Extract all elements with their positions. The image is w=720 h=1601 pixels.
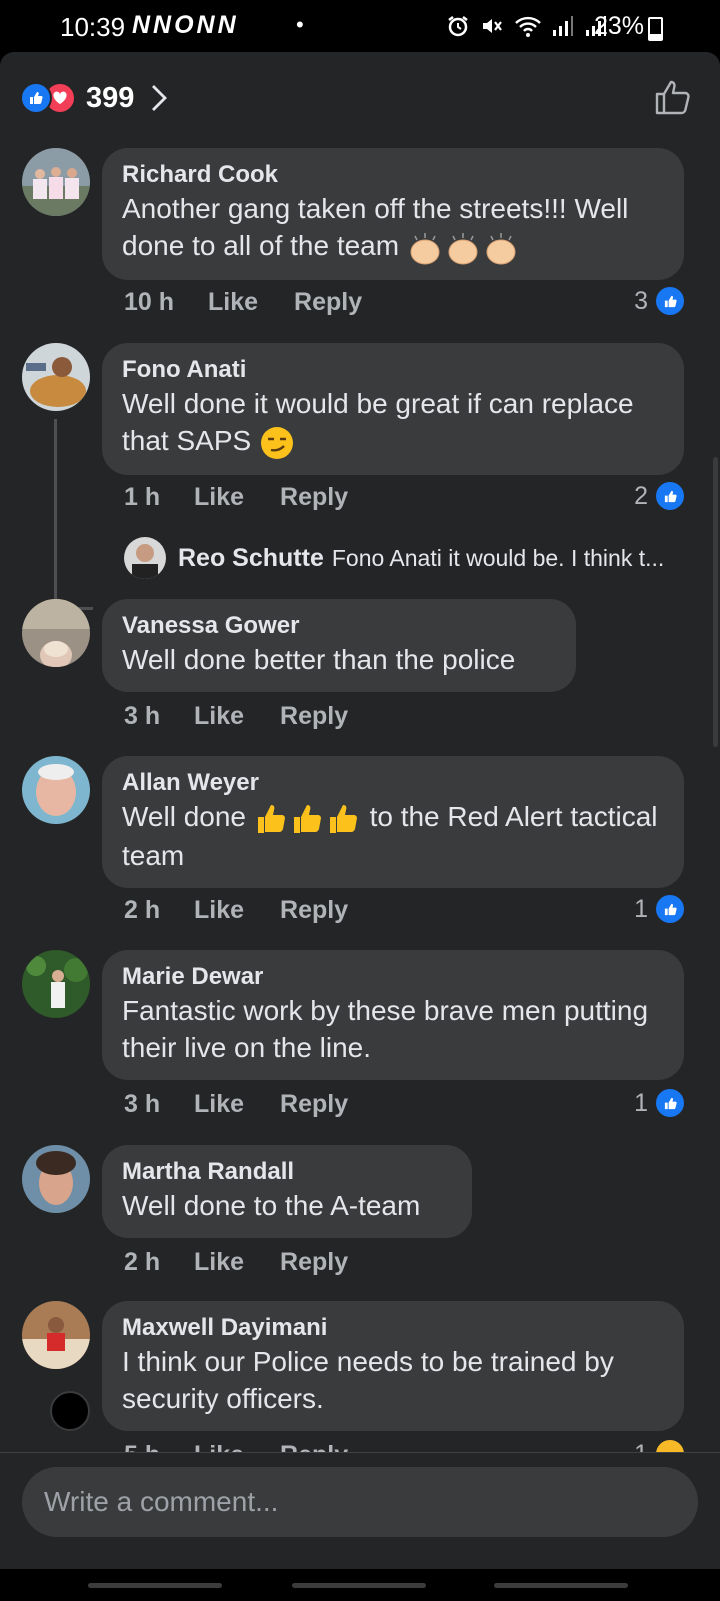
comment-bubble[interactable]: Allan Weyer Well done to the Red Alert t… — [102, 756, 684, 888]
comment-time: 2 h — [124, 1247, 161, 1276]
avatar[interactable] — [22, 148, 90, 216]
comment-time: 3 h — [124, 701, 161, 730]
avatar[interactable] — [22, 599, 90, 667]
like-badge-icon — [654, 893, 686, 925]
back-nav-button[interactable] — [494, 1583, 628, 1588]
like-badge-icon — [654, 480, 686, 512]
smirking-face-emoji — [259, 425, 295, 459]
like-button[interactable]: Like — [194, 1090, 244, 1119]
scrollbar[interactable] — [713, 457, 718, 747]
reply-thread-line — [54, 419, 93, 610]
like-button[interactable]: Like — [194, 1248, 244, 1277]
reaction-count: 399 — [86, 81, 135, 114]
notification-dot: • — [296, 12, 304, 37]
like-post-button[interactable] — [654, 78, 692, 121]
mute-icon — [483, 19, 503, 34]
comment-actions: 1 h Like Reply — [124, 480, 384, 514]
wifi-icon — [515, 17, 542, 38]
comment-composer — [0, 1452, 720, 1601]
comment-text: Fantastic work by these brave men puttin… — [122, 995, 649, 1063]
comment-text: Well done to the A-team — [122, 1190, 421, 1221]
avatar[interactable] — [124, 537, 166, 579]
reply-preview[interactable]: Reo Schutte Fono Anati it would be. I th… — [124, 537, 664, 579]
like-badge-icon — [654, 285, 686, 317]
comment-time: 1 h — [124, 482, 161, 511]
comment-like-count[interactable]: 2 — [634, 480, 686, 512]
comment-time: 3 h — [124, 1089, 161, 1118]
chevron-right-icon — [152, 85, 168, 111]
comment-bubble[interactable]: Vanessa Gower Well done better than the … — [102, 599, 576, 692]
comment-text: Another gang taken off the streets!!! We… — [122, 190, 662, 266]
avatar[interactable] — [22, 756, 90, 824]
comment-author[interactable]: Richard Cook — [122, 160, 662, 190]
comment-text: Well done better than the police — [122, 644, 516, 675]
comment-actions: 10 h Like Reply — [124, 285, 398, 319]
comment-author[interactable]: Maxwell Dayimani — [122, 1313, 662, 1343]
comment-input[interactable] — [22, 1467, 698, 1537]
comment-actions: 3 h Like Reply — [124, 1087, 384, 1121]
reactions-summary[interactable]: 399 — [20, 78, 168, 118]
comment-bubble[interactable]: Fono Anati Well done it would be great i… — [102, 343, 684, 475]
comment-text: Well done it would be great if can repla… — [122, 385, 662, 461]
comment-author[interactable]: Marie Dewar — [122, 962, 662, 992]
comment-text: I think our Police needs to be trained b… — [122, 1346, 614, 1414]
like-count: 1 — [634, 894, 648, 923]
like-badge-icon — [654, 1087, 686, 1119]
like-button[interactable]: Like — [208, 288, 258, 317]
comment-like-count[interactable]: 1 — [634, 893, 686, 925]
comment-author[interactable]: Fono Anati — [122, 355, 662, 385]
comment-bubble[interactable]: Marie Dewar Fantastic work by these brav… — [102, 950, 684, 1080]
clapping-hands-emoji — [407, 230, 519, 265]
comment-actions: 2 h Like Reply — [124, 1245, 384, 1279]
thumbs-up-outline-icon — [655, 80, 690, 115]
comment-time: 2 h — [124, 895, 161, 924]
comment-bubble[interactable]: Richard Cook Another gang taken off the … — [102, 148, 684, 280]
reply-button[interactable]: Reply — [280, 896, 348, 925]
avatar[interactable] — [22, 950, 90, 1018]
battery-icon — [648, 17, 663, 41]
comment-bubble[interactable]: Martha Randall Well done to the A-team — [102, 1145, 472, 1238]
comment-text: Well done to the Red Alert tactical team — [122, 801, 658, 871]
comment-bubble[interactable]: Maxwell Dayimani I think our Police need… — [102, 1301, 684, 1431]
system-icons — [446, 12, 607, 38]
like-button[interactable]: Like — [194, 483, 244, 512]
online-status-icon — [50, 1391, 90, 1431]
reply-button[interactable]: Reply — [280, 483, 348, 512]
notification-icons: NNONN — [132, 11, 239, 39]
status-bar: 10:39 NNONN • 23% — [0, 0, 720, 52]
comment-like-count[interactable]: 1 — [634, 1087, 686, 1119]
like-count: 2 — [634, 481, 648, 510]
status-time: 10:39 — [60, 12, 126, 42]
home-nav-button[interactable] — [292, 1583, 426, 1588]
comment-author[interactable]: Martha Randall — [122, 1157, 450, 1187]
like-count: 3 — [634, 286, 648, 315]
comment-time: 10 h — [124, 287, 175, 316]
like-reaction-icon — [20, 82, 52, 114]
system-navigation-bar — [0, 1569, 720, 1601]
reply-button[interactable]: Reply — [280, 1248, 348, 1277]
reply-button[interactable]: Reply — [294, 288, 362, 317]
battery-percent: 23% — [594, 12, 645, 40]
avatar[interactable] — [22, 1145, 90, 1213]
comments-sheet: 399 Richard Cook Another gang taken off … — [0, 52, 720, 1600]
reply-author[interactable]: Reo Schutte — [178, 544, 324, 573]
recents-nav-button[interactable] — [88, 1583, 222, 1588]
comment-like-count[interactable]: 3 — [634, 285, 686, 317]
reply-button[interactable]: Reply — [280, 1090, 348, 1119]
reply-text: Fono Anati it would be. I think t... — [331, 544, 665, 571]
like-button[interactable]: Like — [194, 896, 244, 925]
like-count: 1 — [634, 1088, 648, 1117]
like-button[interactable]: Like — [194, 702, 244, 731]
comment-author[interactable]: Vanessa Gower — [122, 611, 554, 641]
thumbs-up-emoji — [254, 801, 370, 833]
reply-button[interactable]: Reply — [280, 702, 348, 731]
avatar[interactable] — [22, 1301, 90, 1369]
avatar[interactable] — [22, 343, 90, 411]
comment-author[interactable]: Allan Weyer — [122, 768, 662, 798]
comment-actions: 3 h Like Reply — [124, 699, 384, 733]
signal-icon — [553, 16, 574, 37]
comment-actions: 2 h Like Reply — [124, 893, 384, 927]
alarm-icon — [448, 16, 468, 37]
